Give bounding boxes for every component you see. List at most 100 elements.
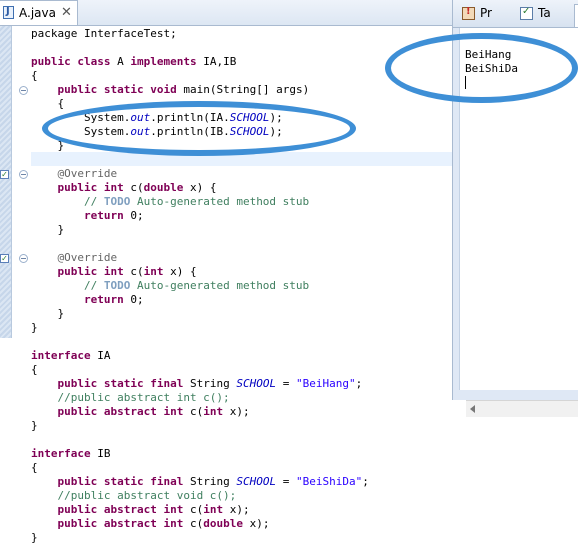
console-output-line: BeiShiDa — [465, 62, 518, 75]
code-token: .println(IB. — [150, 125, 230, 138]
code-token: Auto-generated method stub — [130, 279, 310, 292]
code-token: } — [31, 321, 38, 334]
code-token: SCHOOL — [236, 377, 277, 390]
override-marker-icon[interactable]: ✓ — [0, 254, 9, 263]
code-line: public static final String SCHOOL = "Bei… — [31, 377, 363, 391]
override-marker-icon[interactable]: ✓ — [0, 170, 9, 179]
code-token: int — [203, 405, 224, 418]
code-token: ); — [269, 111, 283, 124]
code-token: 0; — [123, 293, 144, 306]
code-token: return — [83, 293, 124, 306]
code-token: } — [31, 419, 38, 432]
code-token: TODO — [103, 279, 131, 292]
code-line: return 0; — [31, 209, 144, 223]
code-token: out — [130, 125, 151, 138]
code-line: public int c(double x) { — [31, 181, 217, 195]
code-line: interface IB — [31, 447, 110, 461]
console-view: Pr Ta BeiHang BeiShiDa — [452, 0, 578, 417]
code-token: Auto-generated method stub — [130, 195, 310, 208]
code-token: public — [57, 503, 98, 516]
code-token: x) { — [163, 265, 197, 278]
editor-tab-a-java[interactable]: A.java ✕ — [0, 0, 78, 25]
code-token: SCHOOL — [236, 475, 277, 488]
eclipse-window: A.java ✕ ✓ ✓ package InterfaceTest; public… — [0, 0, 578, 556]
horizontal-scrollbar[interactable] — [466, 400, 578, 417]
code-token: return — [83, 209, 124, 222]
code-token: IA,IB — [196, 55, 237, 68]
code-token: } — [31, 139, 65, 152]
scroll-left-arrow-icon[interactable] — [470, 405, 475, 413]
fold-toggle-icon[interactable] — [19, 86, 28, 95]
code-token: } — [31, 223, 65, 236]
editor-tab-bar: A.java ✕ — [0, 0, 452, 26]
editor-gutter — [0, 26, 12, 338]
code-line: } — [31, 139, 64, 153]
code-line: } — [31, 307, 64, 321]
code-line: //public abstract int c(); — [31, 391, 230, 405]
code-line: } — [31, 321, 38, 335]
code-line: // TODO Auto-generated method stub — [31, 195, 309, 209]
code-line: { — [31, 69, 38, 83]
code-token: IA — [90, 349, 111, 362]
code-token: = — [276, 475, 296, 488]
code-token: main(String[] args) — [176, 83, 310, 96]
code-line: @Override — [31, 167, 117, 181]
code-token: "BeiShiDa" — [295, 475, 363, 488]
code-token: out — [130, 111, 151, 124]
code-token: public — [57, 405, 98, 418]
console-output[interactable]: BeiHang BeiShiDa — [459, 28, 578, 417]
code-token: //public abstract void c(); — [31, 489, 237, 502]
code-token: { — [31, 461, 38, 474]
code-token: A — [110, 55, 131, 68]
code-token: x); — [223, 405, 250, 418]
code-token: System. — [31, 125, 131, 138]
code-line: public class A implements IA,IB — [31, 55, 236, 69]
code-line: public static void main(String[] args) — [31, 83, 310, 97]
code-token: String — [183, 475, 237, 488]
code-token: interface — [31, 349, 91, 362]
tasks-icon — [520, 6, 533, 20]
code-token: double — [203, 517, 243, 530]
code-token: .println(IA. — [150, 111, 230, 124]
code-token: abstract — [103, 517, 157, 530]
code-token: abstract — [103, 405, 157, 418]
code-token: public — [57, 265, 98, 278]
code-token: ; — [362, 475, 369, 488]
code-line: { — [31, 363, 38, 377]
code-token: x); — [223, 503, 250, 516]
code-line: interface IA — [31, 349, 110, 363]
code-token: c( — [183, 405, 204, 418]
code-token: static — [103, 475, 144, 488]
code-token: // — [31, 279, 104, 292]
code-token: int — [163, 503, 184, 516]
code-token: //public abstract int c(); — [31, 391, 230, 404]
tab-console[interactable] — [574, 4, 578, 27]
view-tab-bar: Pr Ta — [453, 0, 578, 28]
code-token: package InterfaceTest; — [31, 27, 177, 40]
code-token: String — [183, 377, 237, 390]
code-line: //public abstract void c(); — [31, 489, 236, 503]
tab-tasks[interactable]: Ta — [520, 4, 572, 24]
code-token: int — [103, 265, 124, 278]
code-token: public — [57, 377, 98, 390]
code-token: { — [31, 69, 38, 82]
close-icon[interactable]: ✕ — [61, 5, 72, 20]
code-token: final — [150, 377, 184, 390]
fold-toggle-icon[interactable] — [19, 254, 28, 263]
code-token: x); — [242, 517, 270, 530]
tab-tasks-label: Ta — [538, 6, 551, 20]
code-token: } — [31, 307, 65, 320]
fold-toggle-icon[interactable] — [19, 170, 28, 179]
tab-problems[interactable]: Pr — [462, 4, 512, 24]
code-token: public — [57, 475, 98, 488]
tab-problems-label: Pr — [480, 6, 492, 20]
